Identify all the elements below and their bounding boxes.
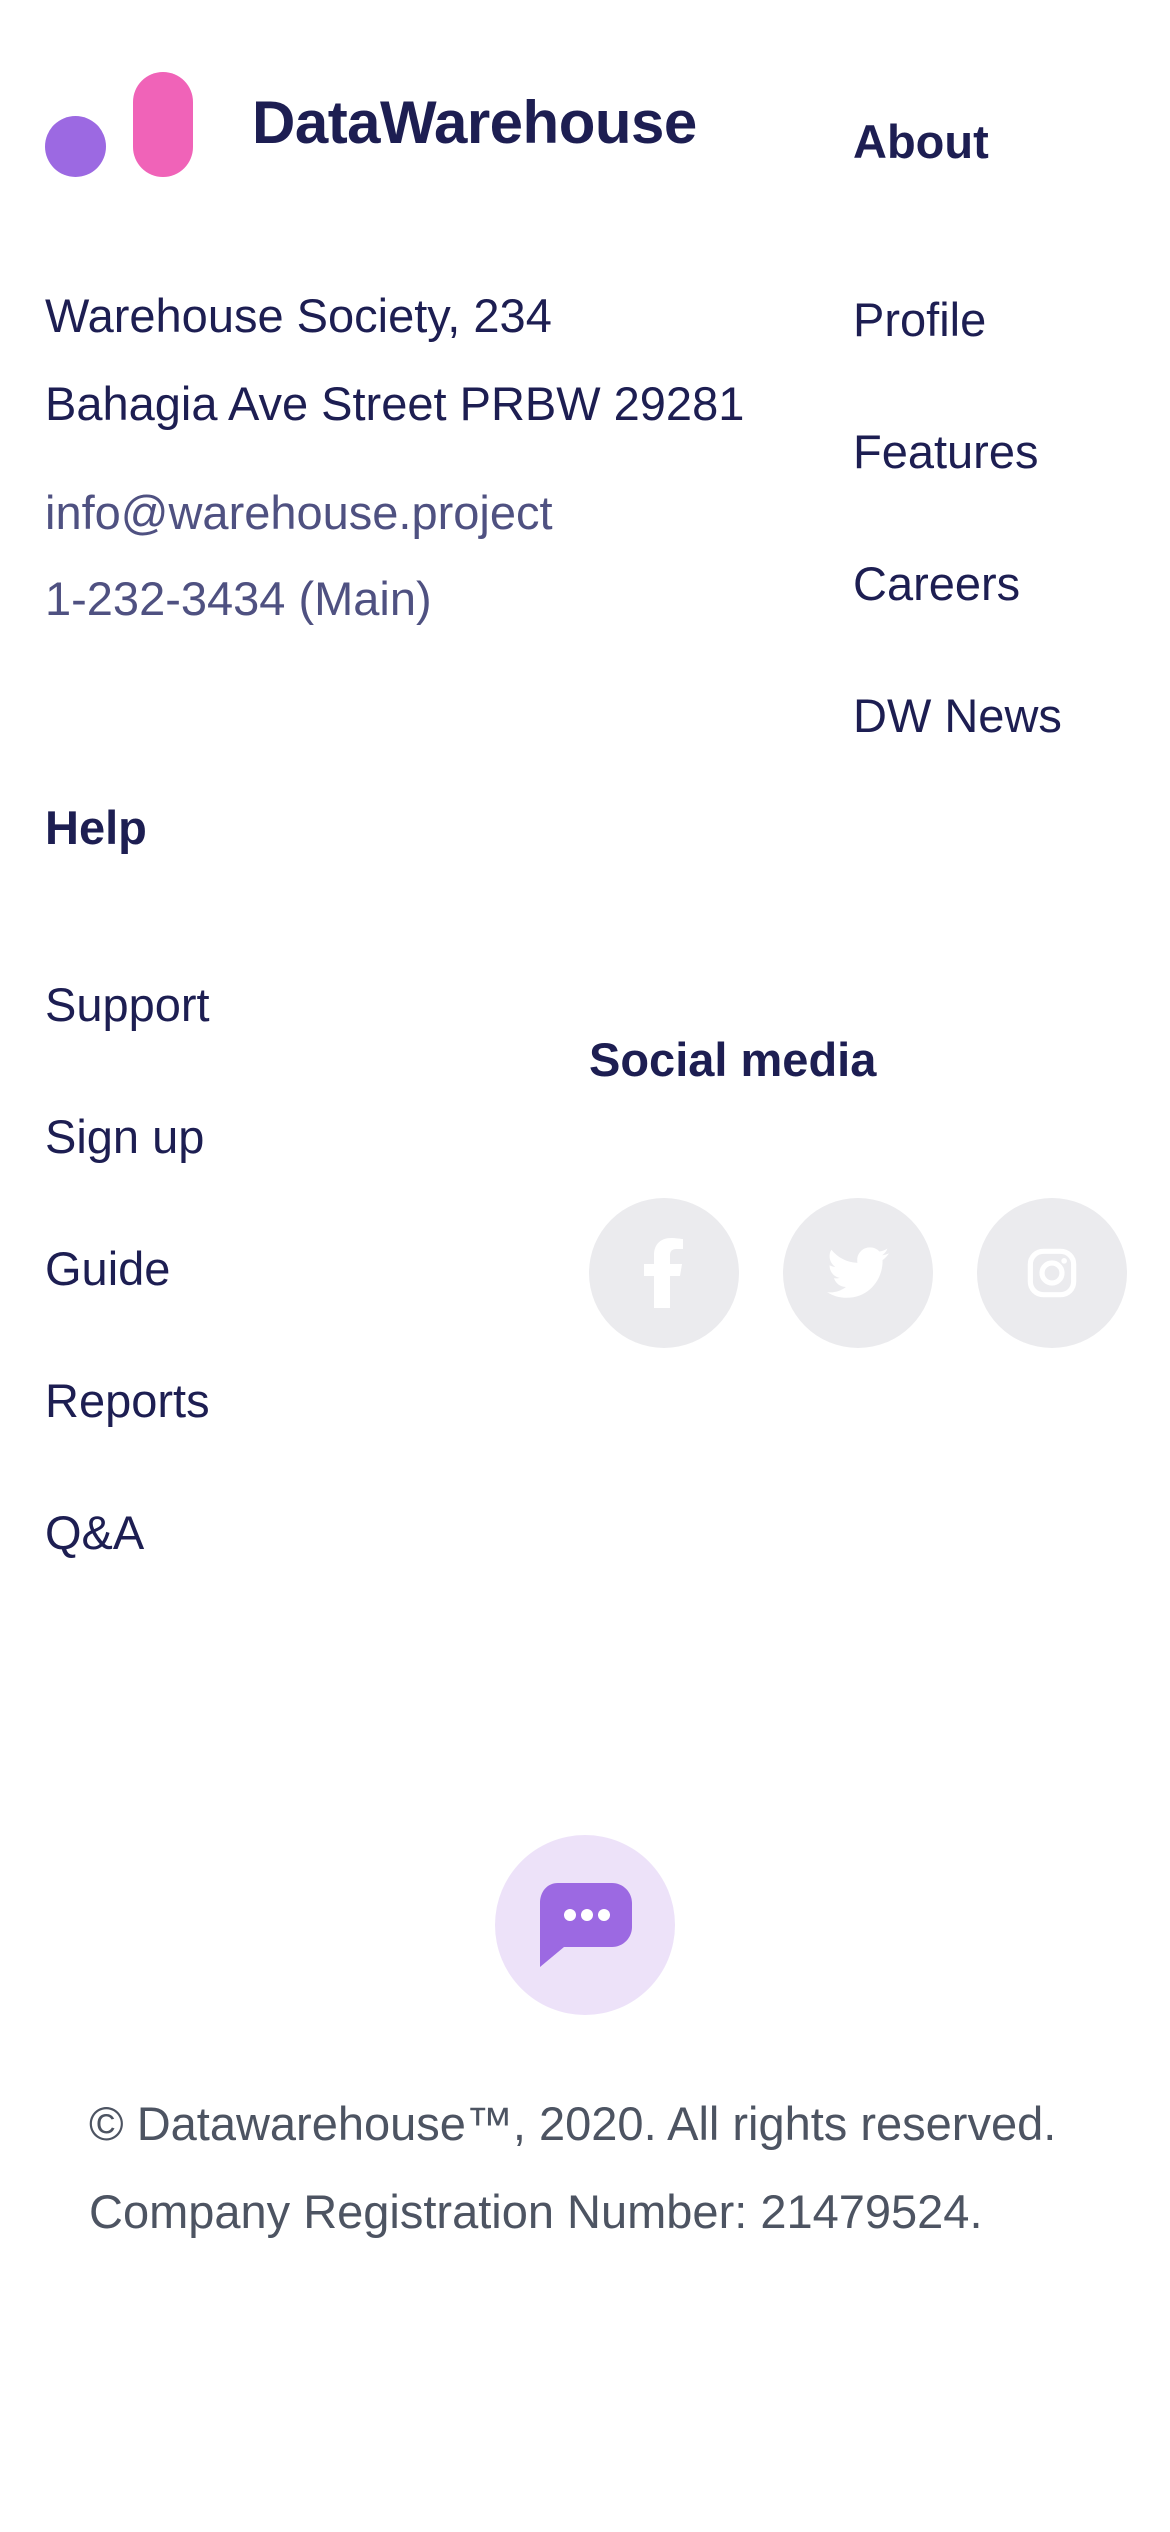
twitter-button[interactable] (783, 1198, 933, 1348)
contact-phone[interactable]: 1-232-3434 (Main) (45, 556, 553, 642)
facebook-button[interactable] (589, 1198, 739, 1348)
instagram-icon (1027, 1248, 1077, 1298)
brand-logo[interactable] (45, 70, 200, 180)
social-heading: Social media (589, 1033, 877, 1086)
contact-block: info@warehouse.project 1-232-3434 (Main) (45, 470, 553, 642)
about-link-features[interactable]: Features (853, 422, 1062, 554)
logo-dot (45, 116, 106, 177)
address-line-1: Warehouse Society, 234 (45, 289, 552, 342)
contact-email[interactable]: info@warehouse.project (45, 470, 553, 556)
footer-page: DataWarehouse Warehouse Society, 234 Bah… (0, 0, 1170, 2532)
copyright-block: © Datawarehouse™, 2020. All rights reser… (89, 2080, 1056, 2256)
about-links: Profile Features Careers DW News (853, 290, 1062, 818)
facebook-icon (644, 1238, 683, 1308)
address-block: Warehouse Society, 234 Bahagia Ave Stree… (45, 272, 744, 448)
about-link-careers[interactable]: Careers (853, 554, 1062, 686)
help-link-qa[interactable]: Q&A (45, 1503, 210, 1635)
about-heading: About (853, 115, 989, 168)
help-link-guide[interactable]: Guide (45, 1239, 210, 1371)
help-link-reports[interactable]: Reports (45, 1371, 210, 1503)
address-line-2: Bahagia Ave Street PRBW 29281 (45, 377, 745, 430)
social-links (589, 1198, 1127, 1348)
logo-pill (133, 72, 193, 177)
about-link-profile[interactable]: Profile (853, 290, 1062, 422)
chat-bubble-icon (540, 1883, 632, 1967)
help-link-sign-up[interactable]: Sign up (45, 1107, 210, 1239)
chat-button[interactable] (495, 1835, 675, 2015)
about-link-dw-news[interactable]: DW News (853, 686, 1062, 818)
help-links: Support Sign up Guide Reports Q&A (45, 975, 210, 1635)
copyright-text: © Datawarehouse™, 2020. All rights reser… (89, 2097, 1057, 2150)
brand-name[interactable]: DataWarehouse (252, 88, 697, 157)
twitter-icon (827, 1247, 889, 1298)
instagram-button[interactable] (977, 1198, 1127, 1348)
help-link-support[interactable]: Support (45, 975, 210, 1107)
registration-text: Company Registration Number: 21479524. (89, 2185, 983, 2238)
help-heading: Help (45, 801, 147, 854)
